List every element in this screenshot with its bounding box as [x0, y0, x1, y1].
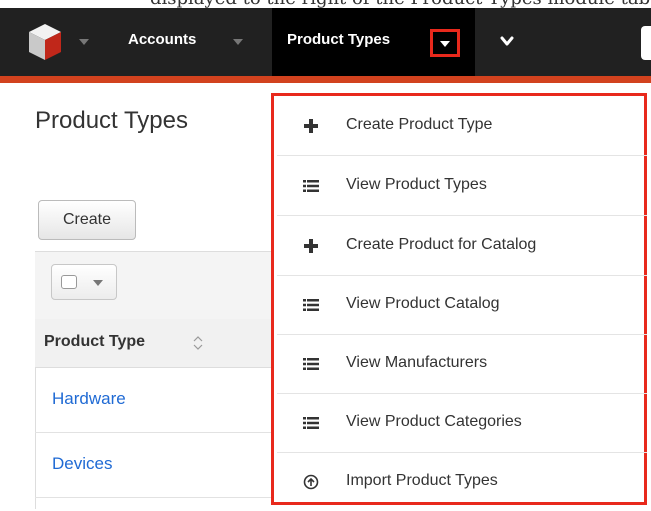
chevron-down-icon[interactable]	[500, 34, 514, 48]
menu-item-label: View Product Catalog	[346, 295, 500, 312]
sort-icon[interactable]	[192, 335, 204, 351]
accounts-caret-icon[interactable]	[233, 39, 243, 45]
page-top-text-fragment: displayed to the right of the Product Ty…	[0, 0, 651, 8]
create-button[interactable]: Create	[38, 200, 136, 240]
product-types-dropdown-menu: Create Product Type View Product Types C…	[271, 93, 647, 505]
nav-tab-accounts[interactable]: Accounts	[128, 31, 196, 48]
menu-item-label: Create Product Type	[346, 116, 493, 133]
menu-item-import-product-types[interactable]: Import Product Types	[277, 452, 647, 511]
menu-item-label: Create Product for Catalog	[346, 236, 537, 253]
menu-item-view-product-types[interactable]: View Product Types	[277, 156, 647, 216]
plus-icon	[304, 119, 318, 133]
menu-item-label: Import Product Types	[346, 472, 498, 489]
cube-logo-icon[interactable]	[27, 22, 63, 62]
logo-caret-icon[interactable]	[79, 39, 89, 45]
row-link-devices[interactable]: Devices	[52, 454, 112, 474]
plus-icon	[304, 239, 318, 253]
list-icon	[303, 299, 319, 311]
menu-item-view-manufacturers[interactable]: View Manufacturers	[277, 334, 647, 394]
menu-item-label: View Manufacturers	[346, 354, 488, 371]
import-icon	[303, 474, 319, 490]
checkbox[interactable]	[61, 275, 77, 289]
menu-item-label: View Product Categories	[346, 413, 522, 430]
column-header-product-type[interactable]: Product Type	[44, 333, 145, 351]
page-top-text: displayed to the right of the Product Ty…	[150, 0, 651, 8]
menu-item-create-product-type[interactable]: Create Product Type	[277, 96, 647, 156]
list-icon	[303, 180, 319, 192]
caret-down-icon[interactable]	[93, 280, 103, 286]
menu-item-label: View Product Types	[346, 176, 487, 193]
list-icon	[303, 358, 319, 370]
menu-item-create-product-for-catalog[interactable]: Create Product for Catalog	[277, 216, 647, 276]
select-all-checkbox-dropdown[interactable]	[51, 264, 117, 300]
list-icon	[303, 417, 319, 429]
product-types-caret-button[interactable]	[430, 29, 460, 57]
search-input[interactable]	[641, 26, 651, 60]
page-title: Product Types	[35, 107, 188, 134]
navbar-accent-strip	[0, 76, 651, 83]
menu-item-view-product-categories[interactable]: View Product Categories	[277, 393, 647, 453]
nav-tab-product-types[interactable]: Product Types	[287, 31, 390, 48]
menu-item-view-product-catalog[interactable]: View Product Catalog	[277, 275, 647, 335]
row-link-hardware[interactable]: Hardware	[52, 389, 126, 409]
